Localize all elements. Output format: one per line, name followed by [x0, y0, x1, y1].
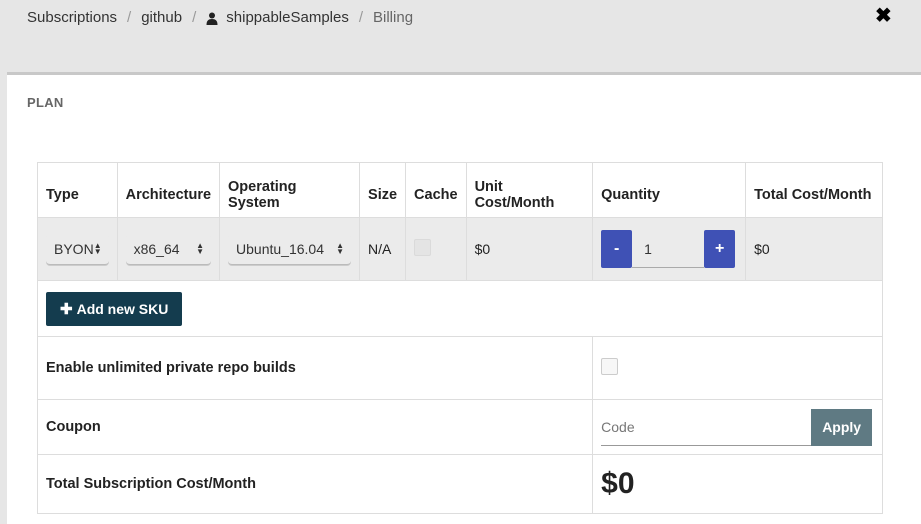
plus-icon: ✚	[60, 300, 73, 318]
breadcrumb-shippablesamples[interactable]: shippableSamples	[226, 9, 349, 26]
add-new-sku-label: Add new SKU	[76, 300, 169, 317]
architecture-select[interactable]: x86_64 ▲ ▼	[125, 233, 212, 265]
select-arrows-icon: ▲ ▼	[93, 240, 102, 256]
header-architecture: Architecture	[116, 162, 221, 218]
type-select[interactable]: BYON ▲ ▼	[46, 233, 109, 265]
coupon-row: Coupon Code Apply	[36, 399, 883, 455]
unlimited-row: Enable unlimited private repo builds	[36, 336, 883, 400]
add-sku-row: ✚ Add new SKU	[37, 280, 883, 337]
breadcrumb-subscriptions[interactable]: Subscriptions	[27, 9, 117, 26]
unlimited-checkbox[interactable]	[601, 358, 619, 375]
header-size: Size	[359, 162, 407, 218]
breadcrumb-github[interactable]: github	[141, 9, 182, 26]
apply-button[interactable]: Apply	[811, 408, 873, 446]
breadcrumb-separator: /	[127, 9, 132, 26]
quantity-input[interactable]: 1	[632, 230, 705, 268]
plan-table: Type Architecture Operating System Size …	[36, 162, 883, 514]
panel-title: PLAN	[27, 95, 64, 110]
quantity-stepper: - 1 +	[601, 230, 737, 268]
os-select[interactable]: Ubuntu_16.04 ▲ ▼	[228, 233, 352, 265]
top-bar: Subscriptions / github / shippableSample…	[0, 0, 921, 72]
header-quantity: Quantity	[592, 162, 747, 218]
cache-checkbox	[414, 239, 432, 256]
size-value: N/A	[359, 217, 407, 281]
breadcrumb-separator: /	[192, 9, 197, 26]
close-icon[interactable]: ✖	[875, 6, 893, 26]
header-total-cost: Total Cost/Month	[745, 162, 883, 218]
coupon-label: Coupon	[36, 399, 594, 455]
total-label: Total Subscription Cost/Month	[36, 454, 594, 514]
breadcrumb: Subscriptions / github / shippableSample…	[27, 9, 413, 26]
total-subscription-value: $0	[601, 467, 635, 500]
breadcrumb-billing: Billing	[373, 9, 414, 26]
coupon-input[interactable]: Code	[601, 409, 812, 446]
plan-panel: PLAN Type Architecture Operating System …	[7, 72, 921, 524]
select-arrows-icon: ▲ ▼	[336, 240, 345, 256]
coupon-field: Code Apply	[601, 408, 874, 446]
increment-button[interactable]: +	[704, 230, 736, 268]
decrement-button[interactable]: -	[601, 230, 633, 268]
add-new-sku-button[interactable]: ✚ Add new SKU	[46, 291, 183, 326]
table-row: BYON ▲ ▼ x86_64 ▲ ▼ Ubuntu_16.04 ▲ ▼ N/A…	[37, 217, 883, 281]
architecture-select-value: x86_64	[133, 240, 180, 257]
breadcrumb-separator: /	[358, 9, 364, 26]
table-header-row: Type Architecture Operating System Size …	[37, 162, 883, 218]
type-select-value: BYON	[54, 240, 94, 257]
os-select-value: Ubuntu_16.04	[236, 240, 324, 257]
user-icon	[206, 12, 218, 25]
header-operating-system: Operating System	[219, 162, 361, 218]
select-arrows-icon: ▲ ▼	[196, 240, 205, 256]
unit-cost-value: $0	[465, 217, 594, 281]
header-unit-cost: Unit Cost/Month	[465, 162, 594, 218]
header-cache: Cache	[405, 162, 467, 218]
total-row: Total Subscription Cost/Month $0	[36, 454, 883, 514]
header-type: Type	[37, 162, 118, 218]
total-cost-value: $0	[745, 217, 883, 281]
unlimited-label: Enable unlimited private repo builds	[36, 336, 594, 400]
